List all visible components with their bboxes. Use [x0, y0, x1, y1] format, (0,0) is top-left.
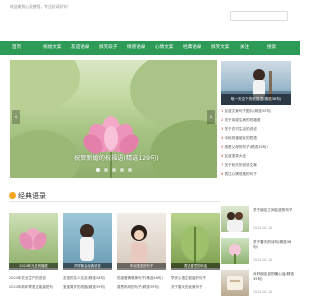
side-card-date: 2024-01-10 — [253, 226, 273, 230]
carousel-dot[interactable] — [104, 168, 108, 172]
section-title: 经典语录 — [9, 191, 46, 201]
list-item[interactable]: 5 感恩父母的句子(精选35句) — [221, 145, 268, 150]
carousel-next-button[interactable]: › — [207, 110, 215, 124]
list-item-label[interactable]: 关于秋天的说说文案 — [224, 163, 256, 167]
nav-item-mood[interactable]: 心情文案 — [155, 41, 173, 55]
carousel-dots — [10, 168, 217, 172]
rank-number: 8 — [221, 172, 224, 176]
thumb-caption[interactable]: 同学聚会经典说说 — [63, 263, 112, 270]
thumb-image-lotus[interactable] — [9, 213, 58, 268]
nav-item-blessing[interactable]: 祝福文案 — [43, 41, 61, 55]
main-nav: 首页 祝福文案 友谊语录 搞笑段子 情感语录 心情文案 经典语录 搞笑文案 关注… — [0, 41, 300, 55]
thumb-image-plant[interactable] — [171, 213, 220, 268]
list-item[interactable]: 2024年农业生产的说说 — [9, 276, 46, 281]
lotus-leaf-shape — [130, 60, 217, 130]
nav-item-search[interactable]: 搜索 — [267, 41, 276, 55]
list-item[interactable]: 感恩妈妈的句子(精选39句) — [117, 285, 159, 290]
list-item-label[interactable]: 友谊文案句子图片(精选35句) — [224, 109, 271, 113]
nav-item-emotion[interactable]: 情感语录 — [127, 41, 145, 55]
side-feature-caption[interactable]: 唯一天空下的祝福语(精选38句) — [221, 94, 291, 105]
list-item[interactable]: 3 关于农村生活的说说 — [221, 127, 257, 132]
section-divider — [9, 201, 220, 202]
nav-item-jokes[interactable]: 搞笑段子 — [99, 41, 117, 55]
list-item[interactable]: 宝宝周岁的祝福(精选39句) — [63, 285, 105, 290]
list-item-label[interactable]: 表达心情低落的句子 — [224, 172, 256, 176]
side-card-date: 2024-01-10 — [253, 258, 273, 262]
nav-item-funny[interactable]: 搞笑文案 — [211, 41, 229, 55]
side-card-title[interactable]: 关于朋友之间友谊的句子 — [253, 208, 295, 213]
list-item[interactable]: 4 中秋祝福朋友的短语 — [221, 136, 257, 141]
thumb-image-portrait[interactable] — [117, 213, 166, 268]
list-item-label[interactable]: 感恩父母的句子(精选35句) — [224, 145, 267, 149]
list-item[interactable]: 7 关于秋天的说说文案 — [221, 163, 257, 168]
list-item[interactable]: 1 友谊文案句子图片(精选35句) — [221, 109, 271, 114]
thumb-caption[interactable]: 表达爱意的情话 — [171, 263, 220, 270]
lotus-leaf-shape — [10, 60, 80, 112]
woman-portrait-image — [131, 225, 147, 264]
side-card-title[interactable]: 关于春天的诗句(精选38句) — [253, 240, 295, 250]
list-item[interactable]: 早安心语正能量的句子 — [171, 276, 206, 281]
carousel-dot[interactable] — [96, 168, 100, 172]
rank-number: 2 — [221, 118, 224, 122]
thumb-image-girl[interactable] — [63, 213, 112, 268]
list-item-label[interactable]: 友谊语录大全 — [224, 154, 246, 158]
welcome-text: 欢迎来到心灵感悟，专注好词好句！ — [10, 4, 71, 9]
list-item[interactable]: 8 表达心情低落的句子 — [221, 172, 257, 177]
side-card-image[interactable] — [221, 238, 249, 264]
girl-outdoor-image — [80, 224, 94, 261]
rank-number: 3 — [221, 127, 224, 131]
side-card-date: 2024-01-10 — [253, 290, 273, 294]
search-input[interactable] — [230, 11, 288, 21]
side-card-image[interactable] — [221, 206, 249, 232]
list-item[interactable]: 6 友谊语录大全 — [221, 154, 246, 159]
side-card-title[interactable]: 对好朋友说的暖心话(精选35句) — [253, 272, 295, 282]
carousel-prev-button[interactable]: ‹ — [12, 110, 20, 124]
list-item-label[interactable]: 关于农村生活的说说 — [224, 127, 256, 131]
nav-item-classic[interactable]: 经典语录 — [183, 41, 201, 55]
thumb-caption[interactable]: 2024年元旦祝福语 — [9, 263, 58, 270]
friends-photo-image — [227, 212, 243, 232]
nav-item-follow[interactable]: 关注 — [240, 41, 249, 55]
list-item-label[interactable]: 中秋祝福朋友的短语 — [224, 136, 256, 140]
list-item[interactable]: 友谊的名人名言(精选28句) — [63, 276, 105, 281]
nav-item-home[interactable]: 首页 — [12, 41, 21, 55]
top-bar: 欢迎来到心灵感悟，专注好词好句！ — [0, 0, 300, 38]
rank-number: 6 — [221, 154, 224, 158]
pink-lotus-image — [19, 228, 47, 250]
warm-words-image — [227, 276, 243, 290]
section-title-label: 经典语录 — [18, 192, 46, 200]
carousel-dot[interactable] — [128, 168, 132, 172]
carousel-caption[interactable]: 祝贺新婚的祝福语(精选129句) — [74, 153, 159, 162]
rank-number: 4 — [221, 136, 224, 140]
spring-bloom-image — [229, 244, 241, 264]
green-plant-image — [181, 225, 209, 263]
list-item[interactable]: 2024年新年寄语正能量短句 — [9, 285, 53, 290]
side-card-image[interactable] — [221, 270, 249, 296]
rank-number: 1 — [221, 109, 224, 113]
carousel-dot[interactable] — [112, 168, 116, 172]
thumb-caption[interactable]: 毕业感言的句子 — [117, 263, 166, 270]
section-bullet-icon — [9, 192, 16, 199]
lotus-flower-image — [83, 116, 139, 178]
carousel-dot[interactable] — [120, 168, 124, 172]
list-item[interactable]: 伤感爱情唯美句子(精选46句) — [117, 276, 163, 281]
list-item[interactable]: 2 关于亲戚生病的祝福语 — [221, 118, 260, 123]
nav-item-friendship[interactable]: 友谊语录 — [71, 41, 89, 55]
rank-number: 5 — [221, 145, 224, 149]
list-item[interactable]: 关于春天的优美句子 — [171, 285, 203, 290]
list-item-label[interactable]: 关于亲戚生病的祝福语 — [224, 118, 260, 122]
rank-number: 7 — [221, 163, 224, 167]
